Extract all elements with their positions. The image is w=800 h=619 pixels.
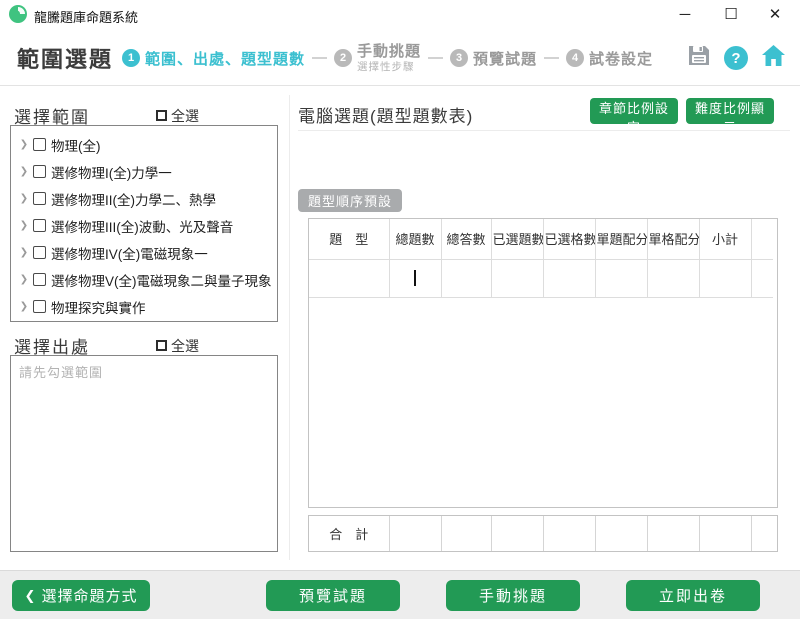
step-2-manual-pick[interactable]: 2 手動挑題 選擇性步驟 [334, 43, 421, 72]
step-1-range[interactable]: 1 範圍、出處、題型題數 [122, 48, 305, 69]
total-points-per-question [595, 516, 647, 551]
tree-item-elective-4[interactable]: ❯ 選修物理IV(全)電磁現象一 [17, 239, 277, 266]
expand-chevron-icon[interactable]: ❯ [17, 193, 31, 204]
expand-chevron-icon[interactable]: ❯ [17, 166, 31, 177]
expand-chevron-icon[interactable]: ❯ [17, 220, 31, 231]
cell-subtotal[interactable] [699, 259, 751, 297]
tree-checkbox[interactable] [33, 219, 46, 232]
panel-divider [289, 95, 290, 560]
home-icon[interactable] [761, 44, 786, 72]
col-header-blank [751, 219, 773, 259]
col-header-subtotal: 小計 [699, 219, 751, 259]
save-icon[interactable] [687, 44, 711, 72]
table-header-row: 題 型 總題數 總答數 已選題數 已選格數 單題配分 單格配分 小計 [309, 219, 773, 259]
tree-item-elective-2[interactable]: ❯ 選修物理II(全)力學二、熱學 [17, 185, 277, 212]
total-total-questions [389, 516, 441, 551]
window-title: 龍騰題庫命題系統 [34, 7, 138, 26]
choose-method-back-button[interactable]: ❮ 選擇命題方式 [12, 580, 150, 611]
generate-paper-button[interactable]: 立即出卷 [626, 580, 760, 611]
col-header-total-questions: 總題數 [389, 219, 441, 259]
tree-item-elective-5[interactable]: ❯ 選修物理V(全)電磁現象二與量子現象 [17, 266, 277, 293]
tree-checkbox[interactable] [33, 165, 46, 178]
tree-item-elective-1[interactable]: ❯ 選修物理I(全)力學一 [17, 158, 277, 185]
col-header-selected-cells: 已選格數 [543, 219, 595, 259]
tree-checkbox[interactable] [33, 273, 46, 286]
source-select-all-checkbox[interactable] [156, 340, 167, 351]
computer-selection-title: 電腦選題(題型題數表) [298, 102, 473, 127]
tree-item-inquiry-practice[interactable]: ❯ 物理探究與實作 [17, 293, 277, 320]
expand-chevron-icon[interactable]: ❯ [17, 301, 31, 312]
step-2-number: 2 [334, 49, 352, 67]
tree-item-physics-all[interactable]: ❯ 物理(全) [17, 131, 277, 158]
question-type-table: 題 型 總題數 總答數 已選題數 已選格數 單題配分 單格配分 小計 [308, 218, 778, 508]
range-tree: ❯ 物理(全) ❯ 選修物理I(全)力學一 ❯ 選修物理II(全)力學二、熱學 … [10, 125, 278, 322]
header: 範圍選題 1 範圍、出處、題型題數 2 手動挑題 選擇性步驟 3 預覽試題 4 … [0, 30, 800, 86]
step-connector [428, 57, 443, 59]
source-placeholder: 請先勾選範圍 [19, 365, 103, 380]
step-1-number: 1 [122, 49, 140, 67]
expand-chevron-icon[interactable]: ❯ [17, 274, 31, 285]
cell-total-answers[interactable] [441, 259, 491, 297]
step-3-number: 3 [450, 49, 468, 67]
tree-checkbox[interactable] [33, 138, 46, 151]
col-header-points-per-question: 單題配分 [595, 219, 647, 259]
total-subtotal [699, 516, 751, 551]
type-order-default-button[interactable]: 題型順序預設 [298, 189, 402, 212]
text-cursor [414, 270, 416, 286]
difficulty-ratio-button[interactable]: 難度比例顯示 [686, 98, 774, 124]
total-selected-cells [543, 516, 595, 551]
chapter-ratio-button[interactable]: 章節比例設定 [590, 98, 678, 124]
chevron-left-icon: ❮ [25, 588, 37, 604]
tree-checkbox[interactable] [33, 246, 46, 259]
total-row: 合 計 [308, 515, 778, 552]
range-select-all-checkbox[interactable] [156, 110, 167, 121]
cell-blank [751, 259, 773, 297]
cell-selected-questions[interactable] [491, 259, 543, 297]
total-blank [751, 516, 777, 551]
col-header-points-per-cell: 單格配分 [647, 219, 699, 259]
tree-item-elective-3[interactable]: ❯ 選修物理III(全)波動、光及聲音 [17, 212, 277, 239]
col-header-total-answers: 總答數 [441, 219, 491, 259]
total-label: 合 計 [309, 516, 389, 551]
manual-pick-button[interactable]: 手動挑題 [446, 580, 580, 611]
step-4-paper-settings[interactable]: 4 試卷設定 [566, 48, 653, 69]
cell-type[interactable] [309, 259, 389, 297]
cell-points-per-cell[interactable] [647, 259, 699, 297]
step-4-number: 4 [566, 49, 584, 67]
maximize-icon[interactable]: ☐ [708, 0, 754, 30]
expand-chevron-icon[interactable]: ❯ [17, 247, 31, 258]
expand-chevron-icon[interactable]: ❯ [17, 139, 31, 150]
app-logo-icon [9, 5, 27, 23]
close-icon[interactable]: ✕ [752, 0, 798, 30]
col-header-selected-questions: 已選題數 [491, 219, 543, 259]
tree-checkbox[interactable] [33, 192, 46, 205]
step-indicator: 1 範圍、出處、題型題數 2 手動挑題 選擇性步驟 3 預覽試題 4 試卷設定 [122, 30, 653, 86]
title-bar: 龍騰題庫命題系統 ─ ☐ ✕ [0, 0, 800, 30]
cell-total-questions-input[interactable] [389, 259, 441, 297]
source-list: 請先勾選範圍 [10, 355, 278, 552]
cell-points-per-question[interactable] [595, 259, 647, 297]
minimize-icon[interactable]: ─ [662, 0, 708, 30]
tree-checkbox[interactable] [33, 300, 46, 313]
step-3-preview[interactable]: 3 預覽試題 [450, 48, 537, 69]
step-connector [312, 57, 327, 59]
col-header-type: 題 型 [309, 219, 389, 259]
total-selected-questions [491, 516, 543, 551]
section-divider [298, 130, 790, 131]
total-points-per-cell [647, 516, 699, 551]
page-title: 範圍選題 [17, 42, 113, 74]
table-data-row [309, 259, 773, 297]
cell-selected-cells[interactable] [543, 259, 595, 297]
preview-questions-button[interactable]: 預覽試題 [266, 580, 400, 611]
total-total-answers [441, 516, 491, 551]
step-connector [544, 57, 559, 59]
bottom-action-bar: ❮ 選擇命題方式 預覽試題 手動挑題 立即出卷 [0, 570, 800, 619]
help-icon[interactable]: ? [724, 46, 748, 70]
